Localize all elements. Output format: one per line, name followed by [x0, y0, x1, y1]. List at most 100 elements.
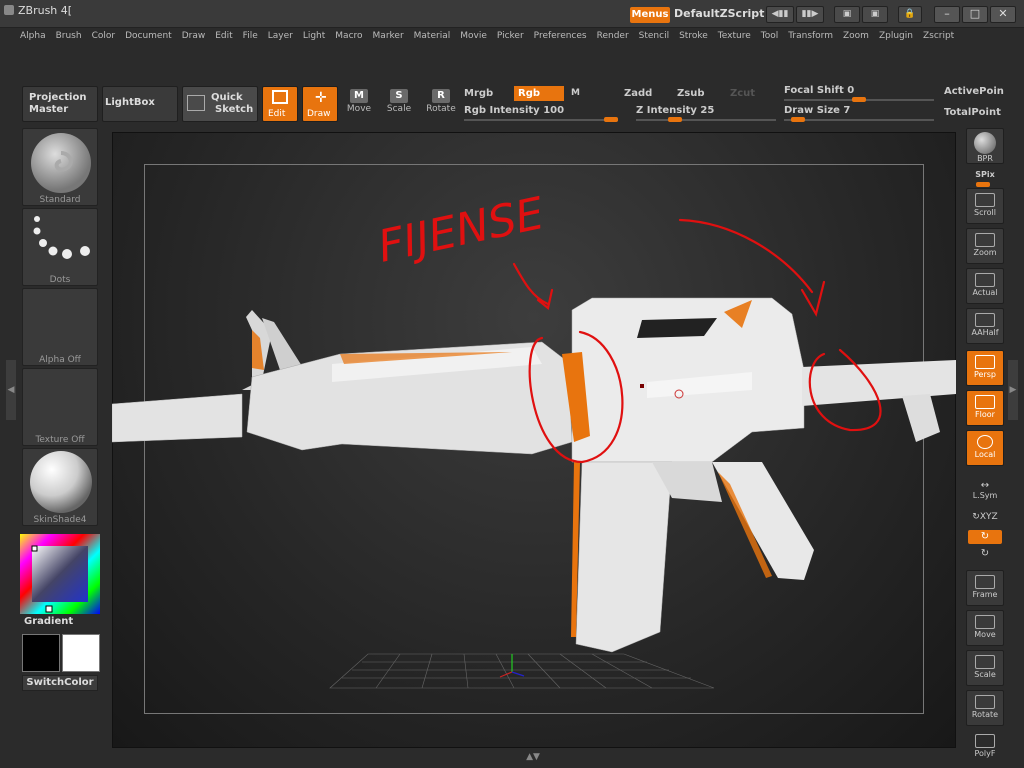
secondary-color-swatch[interactable]: [62, 634, 100, 672]
color-picker[interactable]: [20, 534, 100, 614]
rgb-button[interactable]: Rgb: [514, 86, 564, 101]
palette-scroll-right-button[interactable]: ▮▮▶: [796, 6, 824, 23]
menu-stroke[interactable]: Stroke: [679, 29, 708, 43]
floor-button[interactable]: Floor: [966, 390, 1004, 426]
default-zscript-button[interactable]: DefaultZScript: [674, 7, 764, 20]
focal-shift-knob[interactable]: [852, 97, 866, 102]
rotate-view-button[interactable]: Rotate: [966, 690, 1004, 726]
move-view-button[interactable]: Move: [966, 610, 1004, 646]
z-axis-rotate-button[interactable]: ↻: [962, 548, 1008, 559]
menu-document[interactable]: Document: [125, 29, 172, 43]
layout-1-button[interactable]: ▣: [834, 6, 860, 23]
edit-button[interactable]: Edit: [262, 86, 298, 122]
frame-button[interactable]: Frame: [966, 570, 1004, 606]
model-viewport-svg[interactable]: FIJENSE: [112, 132, 956, 748]
minimize-button[interactable]: –: [934, 6, 960, 23]
persp-button[interactable]: Persp: [966, 350, 1004, 386]
scale-view-button[interactable]: Scale: [966, 650, 1004, 686]
menu-file[interactable]: File: [243, 29, 258, 43]
right-tray-toggle[interactable]: ▶: [1008, 360, 1018, 420]
menu-marker[interactable]: Marker: [373, 29, 404, 43]
polyf-button[interactable]: PolyF: [966, 732, 1004, 762]
lightbox-button[interactable]: LightBox: [102, 86, 178, 122]
bottom-tray-toggle[interactable]: ▲▼: [522, 752, 544, 762]
menu-macro[interactable]: Macro: [335, 29, 362, 43]
layout-2-button[interactable]: ▣: [862, 6, 888, 23]
menu-tool[interactable]: Tool: [761, 29, 778, 43]
local-button[interactable]: Local: [966, 430, 1004, 466]
scale-mode-button[interactable]: S Scale: [380, 86, 418, 122]
brush-selector[interactable]: Standard: [22, 128, 98, 206]
menu-transform[interactable]: Transform: [788, 29, 833, 43]
zadd-button[interactable]: Zadd: [620, 86, 670, 101]
draw-size-label: Draw Size: [784, 105, 840, 116]
draw-size-knob[interactable]: [790, 117, 805, 122]
active-points-label: ActivePoin: [944, 86, 1004, 97]
quick-sketch-button[interactable]: Quick Sketch: [182, 86, 258, 122]
menu-layer[interactable]: Layer: [268, 29, 293, 43]
material-selector[interactable]: SkinShade4: [22, 448, 98, 526]
xyz-button[interactable]: ↻XYZ: [962, 512, 1008, 522]
mrgb-button[interactable]: Mrgb: [460, 86, 510, 101]
texture-selector[interactable]: Texture Off: [22, 368, 98, 446]
menus-toggle-button[interactable]: Menus: [630, 7, 670, 23]
bpr-button[interactable]: BPR: [966, 128, 1004, 164]
rgb-intensity-track[interactable]: [464, 119, 618, 121]
menu-alpha[interactable]: Alpha: [20, 29, 46, 43]
zsub-button[interactable]: Zsub: [673, 86, 723, 101]
menu-zoom[interactable]: Zoom: [843, 29, 869, 43]
menu-edit[interactable]: Edit: [215, 29, 232, 43]
maximize-button[interactable]: □: [962, 6, 988, 23]
menu-movie[interactable]: Movie: [460, 29, 487, 43]
primary-color-swatch[interactable]: [22, 634, 60, 672]
zcut-button[interactable]: Zcut: [726, 86, 776, 101]
aahalf-button[interactable]: AAHalf: [966, 308, 1004, 344]
focal-shift-slider[interactable]: Focal Shift 0: [784, 85, 854, 96]
local-label: Local: [974, 450, 996, 459]
y-axis-rotate-button[interactable]: ↻: [968, 530, 1002, 544]
zoom-button[interactable]: Zoom: [966, 228, 1004, 264]
scroll-button[interactable]: Scroll: [966, 188, 1004, 224]
hand-icon: [975, 615, 995, 629]
material-label: SkinShade4: [33, 515, 87, 525]
rgb-intensity-slider[interactable]: Rgb Intensity 100: [464, 105, 564, 116]
z-intensity-track[interactable]: [636, 119, 776, 121]
menu-material[interactable]: Material: [414, 29, 451, 43]
close-button[interactable]: ✕: [990, 6, 1016, 23]
actual-button[interactable]: Actual: [966, 268, 1004, 304]
z-intensity-slider[interactable]: Z Intensity 25: [636, 105, 714, 116]
menu-texture[interactable]: Texture: [718, 29, 751, 43]
lsym-button[interactable]: ↔ L.Sym: [962, 480, 1008, 500]
alpha-selector[interactable]: Alpha Off: [22, 288, 98, 366]
menu-picker[interactable]: Picker: [497, 29, 524, 43]
menu-color[interactable]: Color: [92, 29, 116, 43]
rotate-mode-button[interactable]: R Rotate: [422, 86, 460, 122]
draw-button[interactable]: ✛ Draw: [302, 86, 338, 122]
xyz-label: XYZ: [979, 512, 998, 522]
menu-draw[interactable]: Draw: [182, 29, 206, 43]
draw-size-slider[interactable]: Draw Size 7: [784, 105, 850, 116]
menu-zplugin[interactable]: Zplugin: [879, 29, 913, 43]
stroke-selector[interactable]: Dots: [22, 208, 98, 286]
menu-zscript[interactable]: Zscript: [923, 29, 954, 43]
rotate-icon: R: [432, 89, 450, 103]
actual-label: Actual: [972, 288, 998, 297]
menu-stencil[interactable]: Stencil: [639, 29, 669, 43]
z-intensity-knob[interactable]: [667, 117, 682, 122]
rgb-intensity-knob[interactable]: [604, 117, 618, 122]
menu-preferences[interactable]: Preferences: [534, 29, 587, 43]
m-button[interactable]: M: [567, 86, 617, 101]
left-tray-toggle[interactable]: ◀: [6, 360, 16, 420]
menu-render[interactable]: Render: [597, 29, 629, 43]
menu-brush[interactable]: Brush: [56, 29, 82, 43]
draw-size-track[interactable]: [784, 119, 934, 121]
switch-color-button[interactable]: SwitchColor: [22, 675, 98, 691]
move-mode-button[interactable]: M Move: [340, 86, 378, 122]
palette-scroll-left-button[interactable]: ◀▮▮: [766, 6, 794, 23]
skinshade-sphere-icon: [30, 451, 92, 513]
focal-shift-value: 0: [847, 85, 855, 96]
spix-slider-knob[interactable]: [976, 182, 990, 187]
projection-master-button[interactable]: Projection Master: [22, 86, 98, 122]
menu-light[interactable]: Light: [303, 29, 325, 43]
lock-icon[interactable]: 🔒: [898, 6, 922, 23]
